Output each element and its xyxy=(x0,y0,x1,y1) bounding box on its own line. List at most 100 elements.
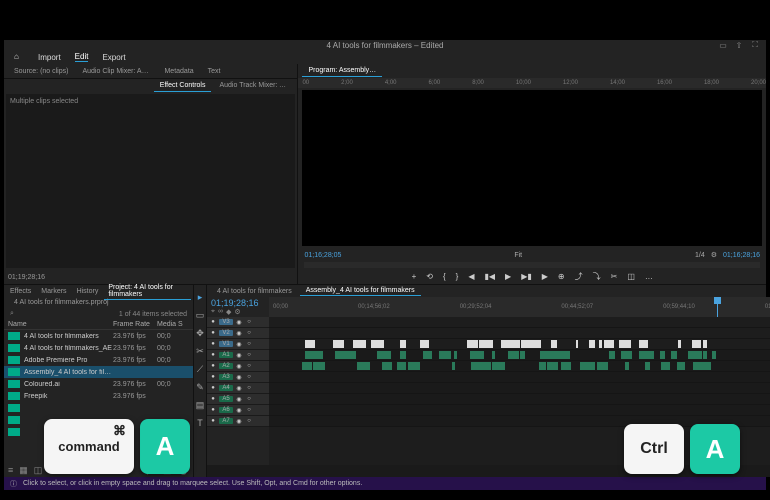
tab-effects[interactable]: Effects xyxy=(6,287,35,296)
tab-text[interactable]: Text xyxy=(202,66,227,77)
clip[interactable] xyxy=(609,351,615,359)
snap-icon[interactable]: ⌖ xyxy=(211,308,215,316)
clip[interactable] xyxy=(344,351,356,359)
clip[interactable] xyxy=(319,362,324,370)
track-header-a3[interactable]: ● A3 ◉ ○ xyxy=(207,372,269,383)
clip[interactable] xyxy=(492,351,495,359)
clip[interactable] xyxy=(660,351,665,359)
track-header-a7[interactable]: ● A7 ◉ ○ xyxy=(207,416,269,427)
track-header-a1[interactable]: ● A1 ◉ ○ xyxy=(207,350,269,361)
freeform-view-icon[interactable]: ◫ xyxy=(34,465,43,476)
clip[interactable] xyxy=(561,362,571,370)
tool-button[interactable]: ▤ xyxy=(194,399,206,411)
tab-markers[interactable]: Markers xyxy=(37,287,70,296)
tab-effect-controls[interactable]: Effect Controls xyxy=(154,80,212,92)
track-a4[interactable] xyxy=(269,383,770,394)
track-mute-icon[interactable]: ◉ xyxy=(235,329,243,337)
tab-audio-clip-mixer[interactable]: Audio Clip Mixer: Assembly_4 AI tools fo… xyxy=(76,66,156,77)
transport-button[interactable]: ⤵ xyxy=(593,271,601,282)
tab-audio-track-mixer[interactable]: Audio Track Mixer: Assembly_4 AI to... xyxy=(213,80,293,91)
bin-item[interactable]: 4 AI tools for filmmakers 23.976 fps 00;… xyxy=(4,330,193,342)
resolution-dropdown[interactable]: 1/4 xyxy=(695,252,705,259)
transport-button[interactable]: ⟲ xyxy=(426,272,433,281)
track-a3[interactable] xyxy=(269,372,770,383)
track-lock-icon[interactable]: ○ xyxy=(245,351,253,359)
track-a5[interactable] xyxy=(269,394,770,405)
track-header-a6[interactable]: ● A6 ◉ ○ xyxy=(207,405,269,416)
track-header-a5[interactable]: ● A5 ◉ ○ xyxy=(207,394,269,405)
home-icon[interactable]: ⌂ xyxy=(14,52,24,62)
fit-dropdown[interactable]: Fit xyxy=(514,252,522,259)
clip[interactable] xyxy=(385,351,391,359)
transport-button[interactable]: ▮◀ xyxy=(484,272,495,281)
tab-history[interactable]: History xyxy=(73,287,103,296)
track-a1[interactable] xyxy=(269,350,770,361)
clip[interactable] xyxy=(551,340,557,348)
clip[interactable] xyxy=(521,340,526,348)
track-mute-icon[interactable]: ◉ xyxy=(235,362,243,370)
clip[interactable] xyxy=(471,351,481,359)
clip[interactable] xyxy=(604,340,614,348)
clip[interactable] xyxy=(688,351,691,359)
clip[interactable] xyxy=(333,340,344,348)
transport-button[interactable]: ▶ xyxy=(505,272,511,281)
track-lock-icon[interactable]: ○ xyxy=(245,406,253,414)
track-mute-icon[interactable]: ◉ xyxy=(235,318,243,326)
track-toggle-icon[interactable]: ● xyxy=(209,340,217,348)
clip[interactable] xyxy=(520,351,525,359)
clip[interactable] xyxy=(703,340,708,348)
clip[interactable] xyxy=(556,351,559,359)
track-lock-icon[interactable]: ○ xyxy=(245,340,253,348)
track-a2[interactable] xyxy=(269,361,770,372)
clip[interactable] xyxy=(619,340,631,348)
program-ruler[interactable]: 002;004;006;008;0010;0012;0014;0016;0018… xyxy=(298,78,766,88)
track-a6[interactable] xyxy=(269,405,770,416)
workspace-import[interactable]: Import xyxy=(38,53,61,62)
clip[interactable] xyxy=(454,351,457,359)
clip[interactable] xyxy=(371,340,378,348)
transport-button[interactable]: } xyxy=(456,272,459,281)
clip[interactable] xyxy=(452,362,455,370)
clip[interactable] xyxy=(305,340,315,348)
track-v1[interactable] xyxy=(269,339,770,350)
track-toggle-icon[interactable]: ● xyxy=(209,417,217,425)
track-toggle-icon[interactable]: ● xyxy=(209,373,217,381)
clip[interactable] xyxy=(479,340,488,348)
clip[interactable] xyxy=(481,351,484,359)
clip[interactable] xyxy=(692,351,695,359)
workspace-export[interactable]: Export xyxy=(102,53,125,62)
clip[interactable] xyxy=(703,351,706,359)
program-timecode-right[interactable]: 01;16;28;16 xyxy=(723,252,760,259)
bin-item[interactable]: Adobe Premiere Pro 23.976 fps 00;0 xyxy=(4,354,193,366)
timeline-tab-1[interactable]: 4 AI tools for filmmakers xyxy=(211,287,298,296)
tab-metadata[interactable]: Metadata xyxy=(158,66,199,77)
clip[interactable] xyxy=(692,340,701,348)
clip[interactable] xyxy=(589,340,595,348)
track-lock-icon[interactable]: ○ xyxy=(245,318,253,326)
clip[interactable] xyxy=(646,351,654,359)
clip[interactable] xyxy=(305,351,312,359)
track-lock-icon[interactable]: ○ xyxy=(245,329,253,337)
program-timecode-left[interactable]: 01;16;28;05 xyxy=(304,252,341,259)
clip[interactable] xyxy=(400,340,406,348)
clip[interactable] xyxy=(576,340,579,348)
track-toggle-icon[interactable]: ● xyxy=(209,362,217,370)
transport-button[interactable]: ✂ xyxy=(611,272,618,281)
tool-button[interactable]: ▭ xyxy=(194,309,206,321)
clip[interactable] xyxy=(357,362,362,370)
clip[interactable] xyxy=(648,362,650,370)
track-mute-icon[interactable]: ◉ xyxy=(235,406,243,414)
track-header-a2[interactable]: ● A2 ◉ ○ xyxy=(207,361,269,372)
clip[interactable] xyxy=(382,362,390,370)
transport-button[interactable]: … xyxy=(645,272,653,281)
track-header-a4[interactable]: ● A4 ◉ ○ xyxy=(207,383,269,394)
clip[interactable] xyxy=(580,362,588,370)
tab-source[interactable]: Source: (no clips) xyxy=(8,66,74,77)
clip[interactable] xyxy=(353,340,357,348)
tool-button[interactable]: ▸ xyxy=(194,291,206,303)
clip[interactable] xyxy=(661,362,667,370)
track-toggle-icon[interactable]: ● xyxy=(209,384,217,392)
marker-icon[interactable]: ◆ xyxy=(226,308,231,316)
clip[interactable] xyxy=(423,351,431,359)
clip[interactable] xyxy=(444,351,452,359)
